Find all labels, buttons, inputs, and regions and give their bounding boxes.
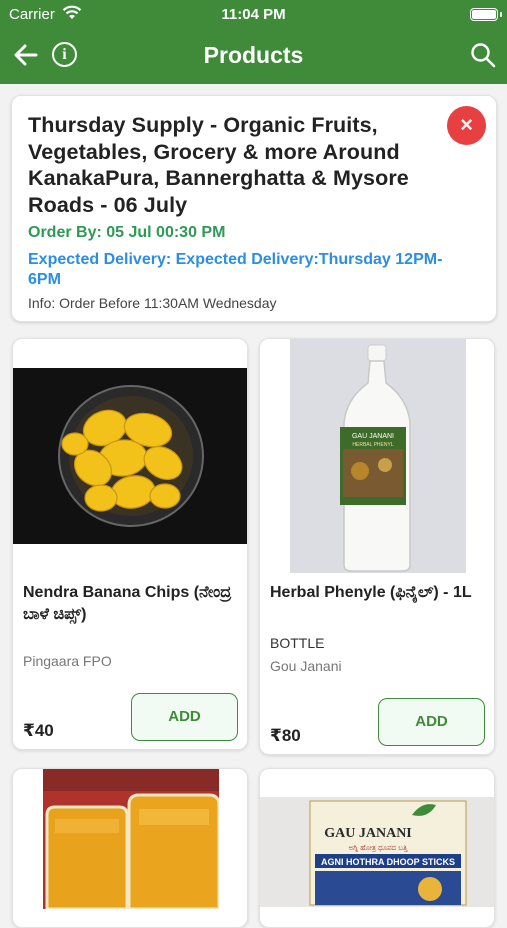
add-to-cart-button[interactable]: ADD — [131, 693, 238, 741]
order-info-text: Info: Order Before 11:30AM Wednesday — [28, 295, 277, 311]
product-price: ₹80 — [270, 726, 301, 745]
search-icon[interactable] — [470, 42, 496, 68]
product-vendor: Gou Janani — [270, 658, 342, 674]
product-image-herbal-phenyle: GAU JANANI HERBAL PHENYL — [290, 339, 466, 573]
nav-bar: i Products — [0, 34, 507, 78]
product-name: Nendra Banana Chips (ನೇಂದ್ರ ಬಾಳೆ ಚಿಪ್ಸ್) — [23, 584, 232, 623]
product-price: ₹40 — [23, 721, 54, 740]
product-image-banana-chips — [13, 368, 247, 544]
expected-delivery-text: Expected Delivery: Expected Delivery:Thu… — [28, 251, 443, 288]
product-card[interactable]: Nendra Banana Chips (ನೇಂದ್ರ ಬಾಳೆ ಚಿಪ್ಸ್)… — [12, 338, 248, 750]
supply-title: Thursday Supply - Organic Fruits, Vegeta… — [28, 113, 409, 217]
product-image-dhoop-sticks: GAU JANANI ಅಗ್ನಿ ಹೋತ್ರ ಧೂಪದ ಬತ್ತಿ AGNI H… — [260, 797, 494, 907]
dhoop-brand-label: GAU JANANI — [324, 826, 412, 841]
product-card[interactable]: GAU JANANI ಅಗ್ನಿ ಹೋತ್ರ ಧೂಪದ ಬತ್ತಿ AGNI H… — [259, 768, 495, 928]
phenyle-sub-label: HERBAL PHENYL — [352, 442, 393, 448]
add-to-cart-button[interactable]: ADD — [378, 698, 485, 746]
dhoop-kannada-label: ಅಗ್ನಿ ಹೋತ್ರ ಧೂಪದ ಬತ್ತಿ — [349, 844, 408, 853]
product-name: Herbal Phenyle (ಫಿನೈಲ್) - 1L — [270, 584, 472, 601]
product-card[interactable]: GAU JANANI HERBAL PHENYL Herbal Phenyle … — [259, 338, 495, 755]
status-bar: Carrier 11:04 PM — [0, 4, 507, 26]
product-vendor: Pingaara FPO — [23, 653, 112, 669]
phenyle-brand-label: GAU JANANI — [352, 433, 394, 440]
supply-info-card: Thursday Supply - Organic Fruits, Vegeta… — [11, 95, 497, 322]
dhoop-title-label: AGNI HOTHRA DHOOP STICKS — [321, 857, 455, 867]
battery-icon — [470, 8, 502, 21]
close-button[interactable]: × — [447, 106, 486, 145]
product-image-turmeric-packs — [43, 769, 219, 909]
product-card[interactable] — [12, 768, 248, 928]
order-by-text: Order By: 05 Jul 00:30 PM — [28, 224, 226, 241]
clock: 11:04 PM — [221, 6, 286, 23]
page-title: Products — [203, 42, 304, 68]
app-header: Carrier 11:04 PM i Products — [0, 0, 507, 84]
product-unit: BOTTLE — [270, 635, 325, 651]
